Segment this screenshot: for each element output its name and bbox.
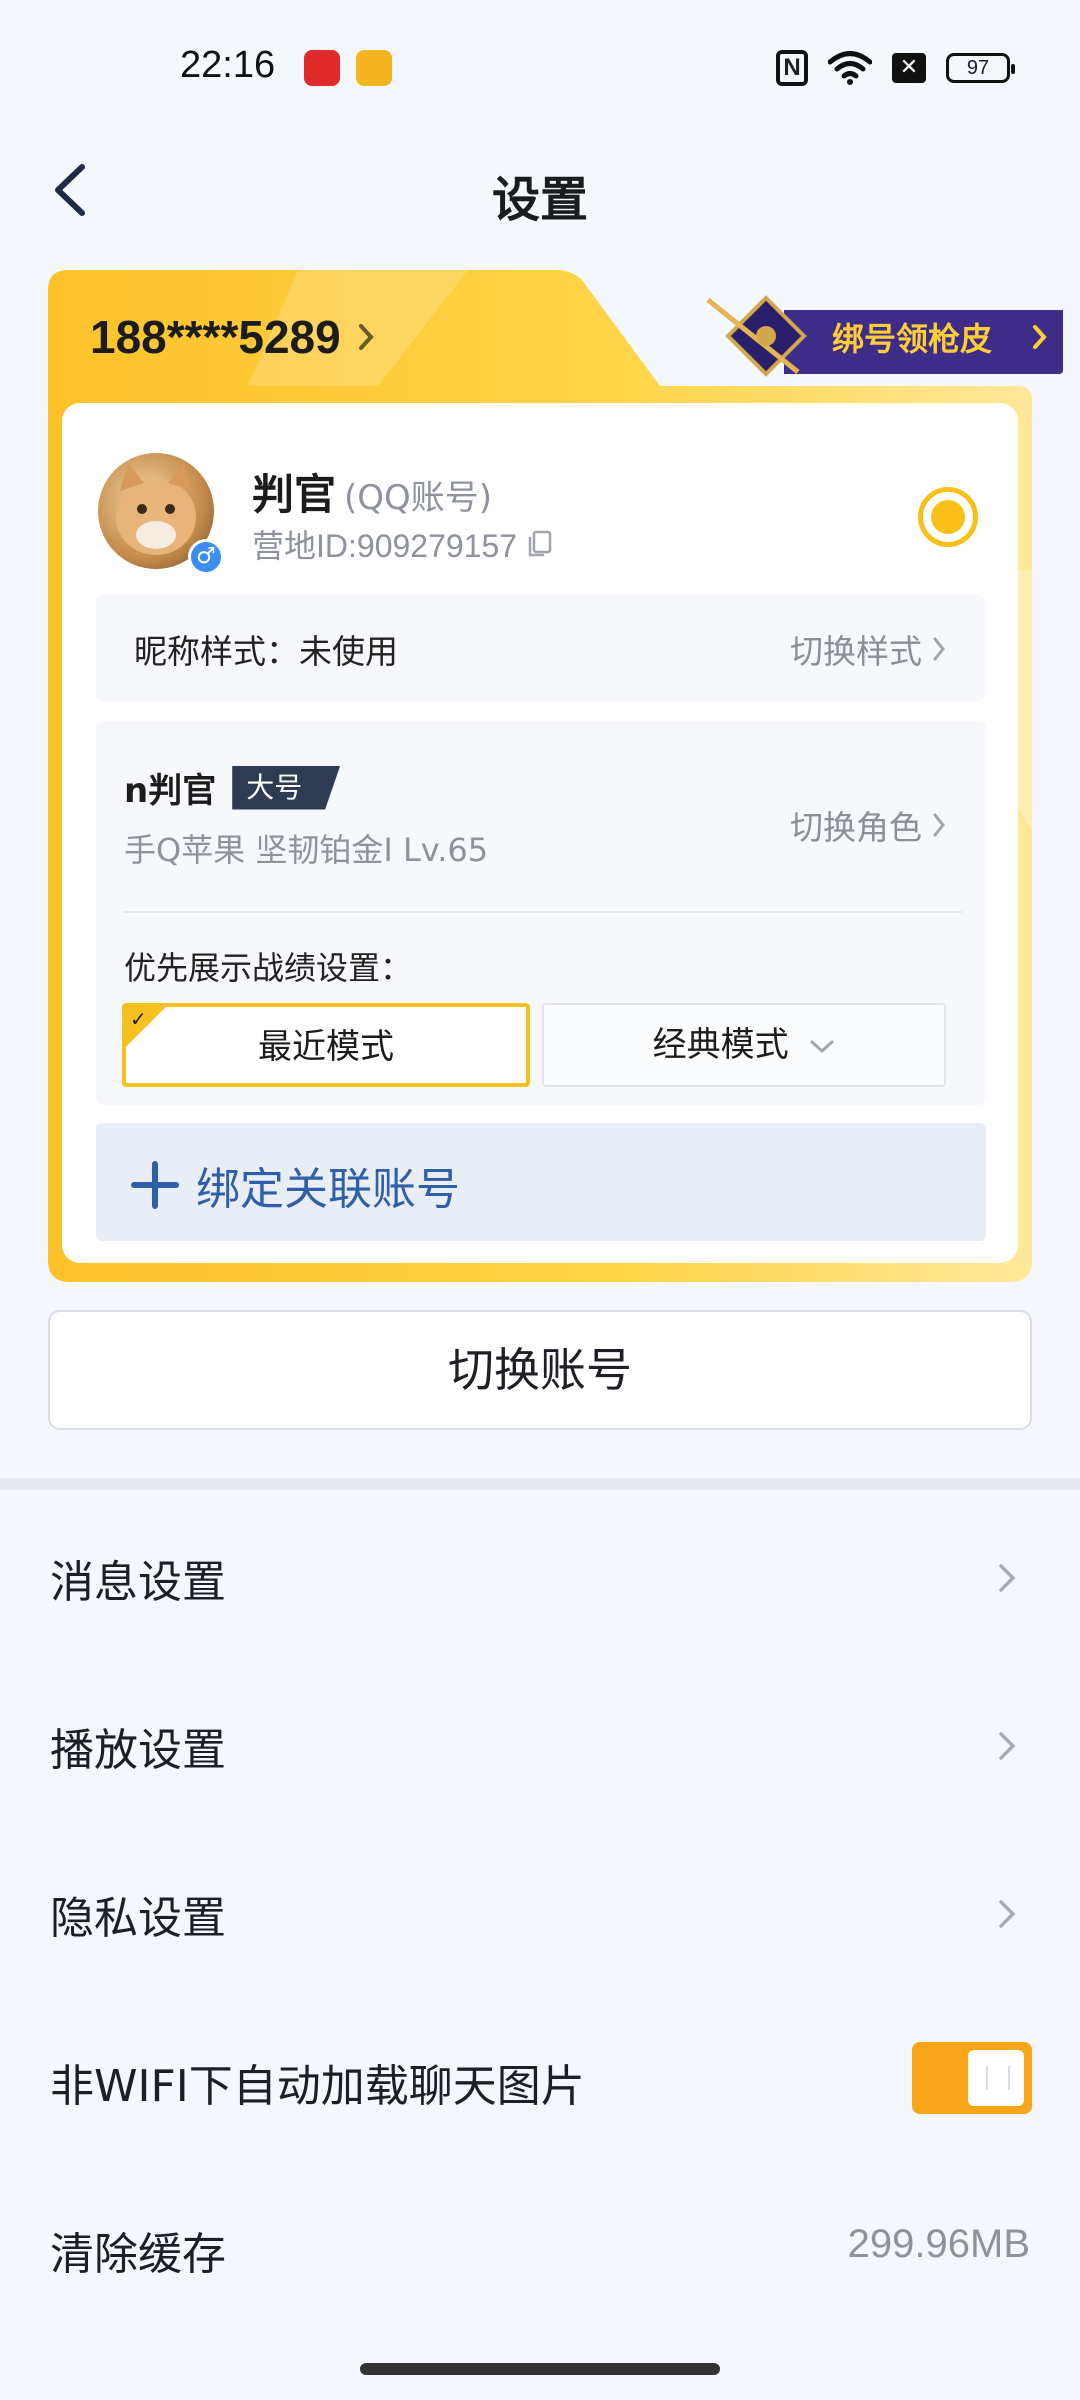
nfc-icon: N: [776, 50, 808, 86]
playback-settings-row[interactable]: 播放设置: [0, 1662, 1080, 1830]
switch-style-button[interactable]: 切换样式: [790, 625, 946, 673]
app-yellow-icon: [356, 50, 392, 86]
clear-cache-row[interactable]: 清除缓存 299.96MB: [0, 2166, 1080, 2334]
privacy-settings-row[interactable]: 隐私设置: [0, 1830, 1080, 1998]
bind-associated-account-label: 绑定关联账号: [196, 1164, 460, 1215]
chevron-down-icon: [810, 1040, 834, 1053]
message-settings-row[interactable]: 消息设置: [0, 1494, 1080, 1662]
section-divider: [0, 1478, 1080, 1490]
chevron-right-icon: [999, 1732, 1016, 1760]
toggle-knob: [968, 2050, 1024, 2106]
app-red-icon: [304, 50, 340, 86]
user-name-text: 判官: [252, 470, 337, 519]
setting-label: 播放设置: [50, 1725, 226, 1776]
user-name: 判官 (QQ账号): [252, 461, 492, 522]
switch-account-button[interactable]: 切换账号: [48, 1310, 1032, 1430]
recent-mode-label: 最近模式: [258, 1027, 394, 1067]
switch-role-label: 切换角色: [790, 808, 922, 847]
account-detail-card: ♂ 判官 (QQ账号) 营地ID:909279157 昵称样式：未使用 切换样式 …: [62, 403, 1018, 1263]
divider: [124, 911, 962, 913]
status-bar: 22:16 N ✕ 97: [0, 0, 1080, 130]
bind-skin-badge[interactable]: 绑号领枪皮: [688, 290, 1063, 386]
role-name-text: n判官: [124, 771, 217, 811]
bind-associated-account-button[interactable]: 绑定关联账号: [96, 1123, 986, 1241]
chevron-right-icon: [933, 813, 945, 837]
setting-label: 消息设置: [50, 1557, 226, 1608]
nickname-style-row[interactable]: 昵称样式：未使用 切换样式: [96, 595, 986, 701]
header: 设置: [0, 130, 1080, 250]
account-type: (QQ账号): [344, 478, 493, 518]
battery-icon: 97: [946, 53, 1015, 83]
sim-off-icon: ✕: [892, 53, 926, 83]
setting-label: 非WIFI下自动加载聊天图片: [50, 2061, 585, 2112]
classic-mode-dropdown[interactable]: 经典模式: [542, 1003, 946, 1087]
cache-size: 299.96MB: [847, 2222, 1030, 2266]
classic-mode-label: 经典模式: [652, 1025, 789, 1065]
chevron-right-icon: [1033, 325, 1047, 349]
auto-load-images-row: 非WIFI下自动加载聊天图片: [0, 1998, 1080, 2166]
check-icon: ✓: [130, 1007, 147, 1031]
wifi-icon: [828, 51, 872, 85]
main-account-tag: 大号: [232, 765, 341, 810]
switch-role-button[interactable]: 切换角色: [790, 801, 946, 849]
setting-label: 隐私设置: [50, 1893, 226, 1944]
switch-style-label: 切换样式: [790, 632, 922, 671]
role-detail: 手Q苹果 坚韧铂金I Lv.65: [124, 831, 489, 869]
male-gender-icon: ♂: [188, 539, 224, 575]
account-selected-radio[interactable]: [918, 487, 978, 547]
priority-display-label: 优先展示战绩设置：: [124, 949, 413, 987]
chevron-right-icon: [999, 1900, 1016, 1928]
camp-id-text: 营地ID:909279157: [252, 528, 518, 564]
home-indicator[interactable]: [360, 2363, 720, 2375]
plus-icon: [131, 1161, 179, 1209]
copy-icon[interactable]: [527, 530, 553, 558]
chevron-right-icon: [358, 324, 374, 350]
phone-number-text: 188****5289: [90, 311, 341, 363]
chevron-right-icon: [933, 637, 945, 661]
role-box: n判官 大号 手Q苹果 坚韧铂金I Lv.65 切换角色 优先展示战绩设置： ✓…: [96, 721, 986, 1105]
bind-badge-label: 绑号领枪皮: [832, 320, 993, 358]
role-name: n判官 大号: [124, 763, 341, 812]
recent-mode-button[interactable]: ✓ 最近模式: [122, 1003, 530, 1087]
status-icons: N ✕ 97: [776, 48, 1015, 88]
status-time: 22:16: [180, 44, 276, 86]
auto-load-images-toggle[interactable]: [912, 2042, 1032, 2114]
page-title: 设置: [491, 172, 588, 228]
account-card: 188****5289 绑号领枪皮 ♂ 判官 (QQ账号) 营地ID:90927…: [48, 270, 1063, 1282]
camp-id: 营地ID:909279157: [252, 521, 553, 567]
nickname-style-label: 昵称样式：未使用: [134, 632, 398, 671]
chevron-right-icon: [999, 1564, 1016, 1592]
setting-label: 清除缓存: [50, 2229, 226, 2280]
phone-number[interactable]: 188****5289: [90, 310, 375, 364]
bind-associated-account: 绑定关联账号: [130, 1153, 460, 1217]
